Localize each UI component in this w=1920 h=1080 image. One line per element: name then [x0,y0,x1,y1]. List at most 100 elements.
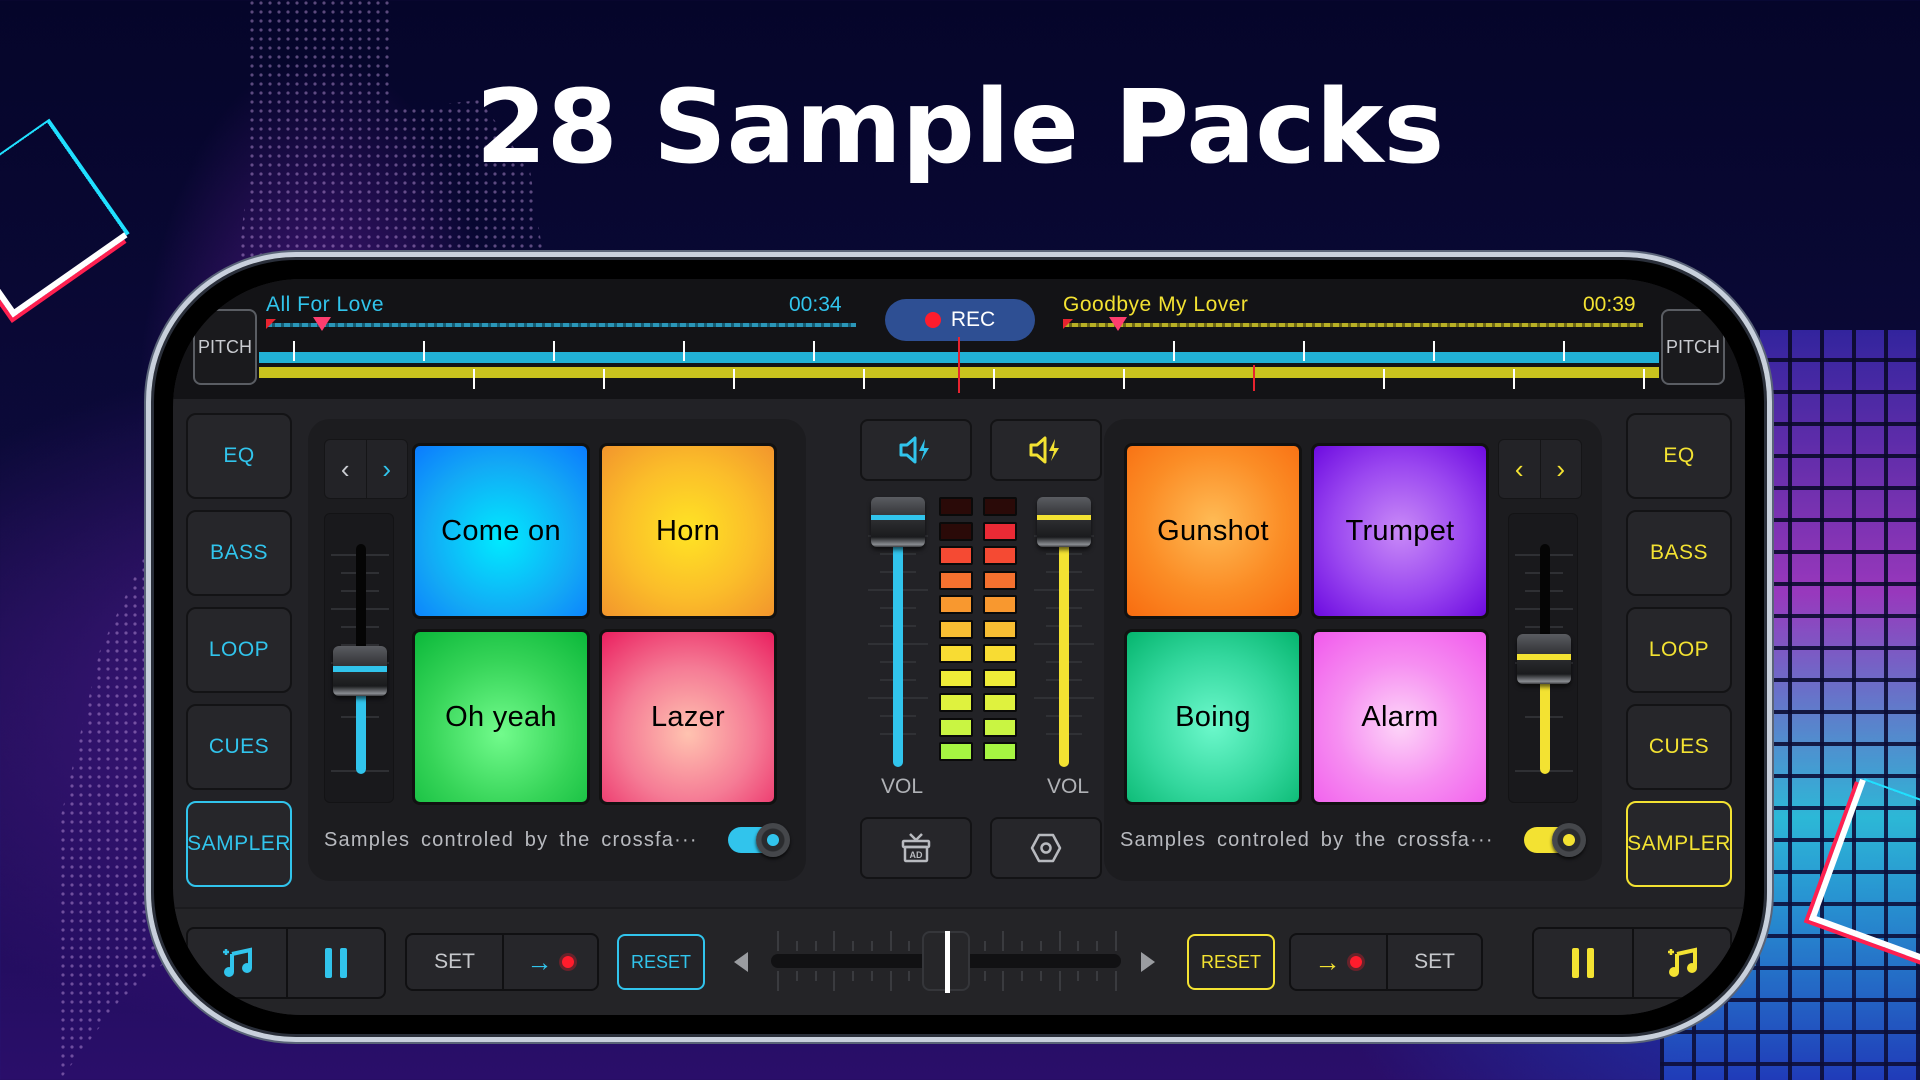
meter-segment [939,693,973,712]
deck-b-crossfader-toggle[interactable] [1524,823,1586,857]
settings-hexagon-icon [1030,833,1062,863]
chevron-right-icon[interactable]: › [1539,440,1582,498]
pad-alarm[interactable]: Alarm [1311,629,1489,805]
rec-label: REC [950,308,996,331]
crossfader-right-arrow-icon[interactable] [1141,952,1155,972]
crossfader-tick [1039,971,1042,981]
deck-b-add-music-button[interactable] [1632,929,1730,997]
deck-a-reset-button[interactable]: RESET [617,934,705,990]
pause-icon [1572,948,1594,978]
crossfader-tick [1021,971,1024,981]
speaker-boost-icon [899,436,929,464]
crossfader-tick [1115,931,1117,951]
pitch-button-right[interactable]: PITCH [1661,309,1725,385]
deck-b-cues-button[interactable]: CUES [1626,704,1732,790]
deck-b-track-time: 00:39 [1583,293,1636,316]
crossfader-tick [1058,931,1061,951]
crossfader-tick [983,971,986,981]
settings-button[interactable] [990,817,1102,879]
pad-come-on[interactable]: Come on [412,443,590,619]
beat-tick [1173,341,1175,361]
deck-a-volume-slider[interactable] [868,497,928,767]
chevron-right-icon[interactable]: › [365,440,408,498]
deck-a-jump-cue-button[interactable]: → [501,935,597,989]
crossfader-slider[interactable] [771,929,1121,993]
crossfader-tick [870,941,873,951]
deck-b-cue-group: → SET [1289,933,1483,991]
deck-b-vol-label: VOL [1047,775,1090,798]
deck-b-sampler-button[interactable]: SAMPLER [1626,801,1732,887]
beat-tick [473,369,475,389]
deck-b-reset-button[interactable]: RESET [1187,934,1275,990]
crossfader-left-arrow-icon[interactable] [734,952,748,972]
transport-bar: SET → RESET RESET → SET [173,907,1745,1015]
deck-a-set-button[interactable]: SET [407,935,502,989]
deck-b-playhead-line [1253,365,1255,391]
phone-frame: PITCH All For Love 00:34 REC Goodbye My … [146,252,1772,1042]
deck-a-eq-button[interactable]: EQ [186,413,292,499]
deck-b-sampler-volume-slider[interactable] [1508,513,1578,803]
meter-segment [939,644,973,663]
deck-b-volume-knob[interactable] [1037,497,1091,547]
deck-a-bass-button[interactable]: BASS [186,510,292,596]
deck-b-boost-button[interactable] [990,419,1102,481]
meter-segment [983,717,1017,737]
deck-a-loop-button[interactable]: LOOP [186,607,292,693]
deck-a-volume-knob[interactable] [871,497,925,547]
crossfader-tick [1077,971,1080,981]
meter-segment [983,521,1017,541]
deck-b-jump-cue-button[interactable]: → [1291,935,1386,989]
pad-horn[interactable]: Horn [599,443,777,619]
deck-b-sampler-volume-knob[interactable] [1517,634,1571,684]
crossfader-tick [983,941,986,951]
deck-b-pause-button[interactable] [1534,929,1632,997]
meter-segment [983,668,1017,688]
chevron-left-icon[interactable]: ‹ [325,440,366,498]
deck-a-add-music-button[interactable] [188,929,286,997]
pad-oh-yeah[interactable]: Oh yeah [412,629,590,805]
meter-segment [983,644,1017,663]
deck-a-sampler-panel: ‹ › Come on Horn Oh yeah Lazer Samples c… [308,419,806,881]
beat-tick [733,369,735,389]
deck-a-sampler-note: Samples controled by the crossfa··· [324,829,698,851]
deck-a-vol-label: VOL [881,775,924,798]
pad-lazer[interactable]: Lazer [599,629,777,805]
level-meter [939,497,1023,777]
meter-segment [939,546,973,565]
deck-a-boost-button[interactable] [860,419,972,481]
toggle-knob [756,823,790,857]
meter-segment [983,595,1017,614]
deck-a-sampler-volume-slider[interactable] [324,513,394,803]
deck-a-cues-button[interactable]: CUES [186,704,292,790]
rec-button[interactable]: REC [885,299,1035,341]
deck-a-sampler-volume-knob[interactable] [333,645,387,696]
deck-b-set-button[interactable]: SET [1385,935,1481,989]
deck-b-eq-button[interactable]: EQ [1626,413,1732,499]
crossfader-tick [795,971,798,981]
beat-tick [293,341,295,361]
svg-text:AD: AD [910,850,923,860]
headline: 28 Sample Packs [475,68,1445,187]
pad-gunshot[interactable]: Gunshot [1124,443,1302,619]
ad-button[interactable]: AD [860,817,972,879]
deck-b-bass-button[interactable]: BASS [1626,510,1732,596]
deck-b-loop-button[interactable]: LOOP [1626,607,1732,693]
pad-boing[interactable]: Boing [1124,629,1302,805]
meter-segment [939,668,973,688]
crossfader-tick [870,971,873,981]
deck-b-volume-slider[interactable] [1034,497,1094,767]
beat-tick [603,369,605,389]
deck-a-crossfader-toggle[interactable] [728,823,790,857]
chevron-left-icon[interactable]: ‹ [1499,440,1540,498]
deck-a-pause-button[interactable] [286,929,384,997]
crossfader-tick [777,931,779,951]
crossfader-knob[interactable] [922,931,970,993]
crossfader-tick [1096,941,1099,951]
pitch-button-left[interactable]: PITCH [193,309,257,385]
pad-trumpet[interactable]: Trumpet [1311,443,1489,619]
beat-tick [1123,369,1125,389]
beat-tick [1563,341,1565,361]
crossfader-tick [1002,931,1005,951]
deck-b-pack-nav: ‹ › [1498,439,1582,499]
deck-a-sampler-button[interactable]: SAMPLER [186,801,292,887]
